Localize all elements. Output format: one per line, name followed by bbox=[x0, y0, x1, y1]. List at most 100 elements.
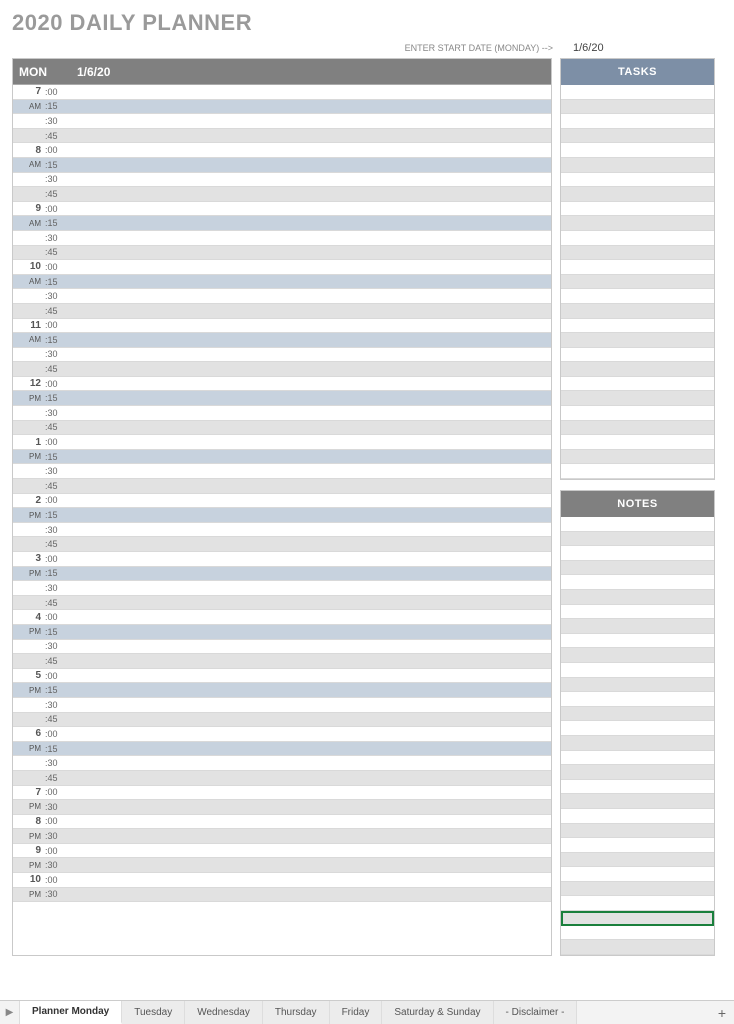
schedule-row[interactable]: :45 bbox=[13, 713, 551, 728]
schedule-row[interactable]: AM:15 bbox=[13, 333, 551, 348]
schedule-row[interactable]: 7:00 bbox=[13, 786, 551, 801]
schedule-row[interactable]: PM:15 bbox=[13, 450, 551, 465]
note-row[interactable] bbox=[561, 780, 714, 795]
note-row[interactable] bbox=[561, 619, 714, 634]
start-date-value[interactable]: 1/6/20 bbox=[567, 42, 722, 54]
note-row[interactable] bbox=[561, 896, 714, 911]
schedule-row[interactable]: 7:00 bbox=[13, 85, 551, 100]
schedule-row[interactable]: :45 bbox=[13, 246, 551, 261]
task-row[interactable] bbox=[561, 216, 714, 231]
schedule-row[interactable]: :45 bbox=[13, 421, 551, 436]
schedule-row[interactable]: PM:30 bbox=[13, 888, 551, 903]
schedule-row[interactable]: 4:00 bbox=[13, 610, 551, 625]
sheet-tab[interactable]: Planner Monday bbox=[20, 1001, 122, 1024]
task-row[interactable] bbox=[561, 406, 714, 421]
schedule-row[interactable]: PM:30 bbox=[13, 858, 551, 873]
schedule-row[interactable]: :30 bbox=[13, 348, 551, 363]
schedule-row[interactable]: :45 bbox=[13, 304, 551, 319]
schedule-row[interactable]: PM:15 bbox=[13, 683, 551, 698]
note-row[interactable] bbox=[561, 926, 714, 941]
task-row[interactable] bbox=[561, 260, 714, 275]
schedule-row[interactable]: :30 bbox=[13, 114, 551, 129]
note-row[interactable] bbox=[561, 911, 714, 926]
schedule-row[interactable]: 3:00 bbox=[13, 552, 551, 567]
note-row[interactable] bbox=[561, 678, 714, 693]
schedule-row[interactable]: PM:30 bbox=[13, 829, 551, 844]
task-row[interactable] bbox=[561, 304, 714, 319]
schedule-row[interactable]: 9:00 bbox=[13, 202, 551, 217]
schedule-row[interactable]: :45 bbox=[13, 187, 551, 202]
schedule-row[interactable]: 10:00 bbox=[13, 873, 551, 888]
schedule-row[interactable]: 5:00 bbox=[13, 669, 551, 684]
note-row[interactable] bbox=[561, 590, 714, 605]
note-row[interactable] bbox=[561, 940, 714, 955]
sheet-tab[interactable]: Wednesday bbox=[185, 1001, 263, 1024]
schedule-row[interactable]: 9:00 bbox=[13, 844, 551, 859]
note-row[interactable] bbox=[561, 867, 714, 882]
task-row[interactable] bbox=[561, 246, 714, 261]
task-row[interactable] bbox=[561, 319, 714, 334]
task-row[interactable] bbox=[561, 289, 714, 304]
schedule-row[interactable]: AM:15 bbox=[13, 158, 551, 173]
schedule-row[interactable]: :45 bbox=[13, 537, 551, 552]
schedule-row[interactable]: AM:15 bbox=[13, 275, 551, 290]
schedule-row[interactable]: PM:30 bbox=[13, 800, 551, 815]
schedule-row[interactable]: :45 bbox=[13, 362, 551, 377]
note-row[interactable] bbox=[561, 824, 714, 839]
schedule-row[interactable]: PM:15 bbox=[13, 742, 551, 757]
schedule-row[interactable]: :30 bbox=[13, 640, 551, 655]
note-row[interactable] bbox=[561, 794, 714, 809]
schedule-row[interactable]: PM:15 bbox=[13, 391, 551, 406]
task-row[interactable] bbox=[561, 231, 714, 246]
task-row[interactable] bbox=[561, 435, 714, 450]
schedule-row[interactable]: :45 bbox=[13, 596, 551, 611]
schedule-row[interactable]: PM:15 bbox=[13, 567, 551, 582]
schedule-row[interactable]: AM:15 bbox=[13, 100, 551, 115]
sheet-tab[interactable]: Friday bbox=[330, 1001, 383, 1024]
sheet-tab[interactable]: Saturday & Sunday bbox=[382, 1001, 493, 1024]
task-row[interactable] bbox=[561, 202, 714, 217]
note-row[interactable] bbox=[561, 546, 714, 561]
sheet-tab[interactable]: Thursday bbox=[263, 1001, 330, 1024]
schedule-row[interactable]: PM:15 bbox=[13, 625, 551, 640]
task-row[interactable] bbox=[561, 173, 714, 188]
note-row[interactable] bbox=[561, 561, 714, 576]
note-row[interactable] bbox=[561, 736, 714, 751]
task-row[interactable] bbox=[561, 377, 714, 392]
sheet-tab[interactable]: - Disclaimer - bbox=[494, 1001, 578, 1024]
schedule-row[interactable]: :45 bbox=[13, 771, 551, 786]
task-row[interactable] bbox=[561, 348, 714, 363]
note-row[interactable] bbox=[561, 517, 714, 532]
task-row[interactable] bbox=[561, 333, 714, 348]
task-row[interactable] bbox=[561, 464, 714, 479]
schedule-row[interactable]: :30 bbox=[13, 464, 551, 479]
schedule-row[interactable]: 11:00 bbox=[13, 319, 551, 334]
note-row[interactable] bbox=[561, 809, 714, 824]
task-row[interactable] bbox=[561, 129, 714, 144]
schedule-row[interactable]: :30 bbox=[13, 581, 551, 596]
schedule-row[interactable]: 8:00 bbox=[13, 815, 551, 830]
schedule-row[interactable]: :45 bbox=[13, 129, 551, 144]
tab-nav-icon[interactable]: ▶ bbox=[0, 1001, 20, 1024]
task-row[interactable] bbox=[561, 143, 714, 158]
note-row[interactable] bbox=[561, 765, 714, 780]
task-row[interactable] bbox=[561, 187, 714, 202]
schedule-row[interactable]: :30 bbox=[13, 289, 551, 304]
schedule-row[interactable]: :30 bbox=[13, 756, 551, 771]
note-row[interactable] bbox=[561, 853, 714, 868]
note-row[interactable] bbox=[561, 707, 714, 722]
schedule-row[interactable]: 10:00 bbox=[13, 260, 551, 275]
note-row[interactable] bbox=[561, 692, 714, 707]
schedule-row[interactable]: 12:00 bbox=[13, 377, 551, 392]
schedule-row[interactable]: AM:15 bbox=[13, 216, 551, 231]
note-row[interactable] bbox=[561, 663, 714, 678]
schedule-row[interactable]: :30 bbox=[13, 698, 551, 713]
note-row[interactable] bbox=[561, 634, 714, 649]
task-row[interactable] bbox=[561, 362, 714, 377]
note-row[interactable] bbox=[561, 882, 714, 897]
schedule-row[interactable]: 6:00 bbox=[13, 727, 551, 742]
sheet-tab[interactable]: Tuesday bbox=[122, 1001, 185, 1024]
schedule-row[interactable]: :30 bbox=[13, 231, 551, 246]
schedule-row[interactable]: PM:15 bbox=[13, 508, 551, 523]
task-row[interactable] bbox=[561, 450, 714, 465]
